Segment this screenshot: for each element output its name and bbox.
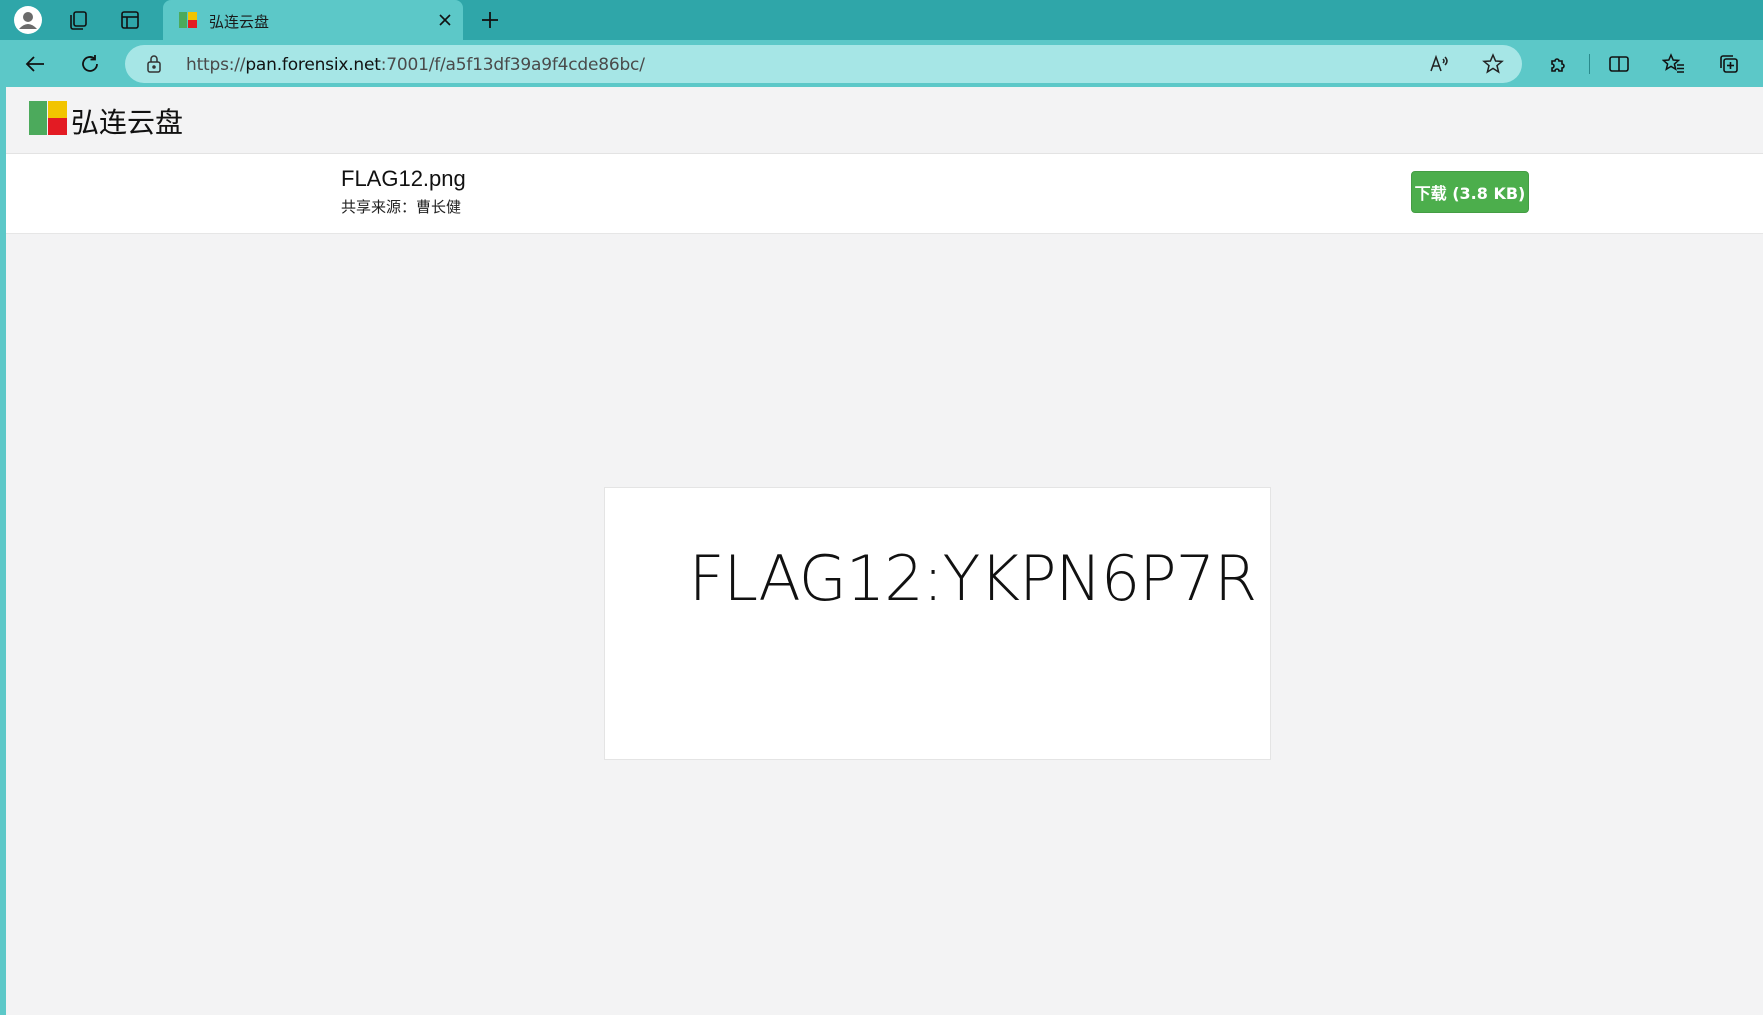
read-aloud-icon[interactable]: [1428, 53, 1450, 75]
favorites-icon[interactable]: [1658, 48, 1690, 80]
url-text[interactable]: https://pan.forensix.net:7001/f/a5f13df3…: [186, 55, 645, 75]
browser-toolbar: https://pan.forensix.net:7001/f/a5f13df3…: [0, 40, 1763, 87]
back-arrow-icon[interactable]: [19, 48, 51, 80]
star-icon[interactable]: [1482, 53, 1504, 75]
share-source: 共享来源：曹长健: [341, 196, 461, 217]
page-viewport: 弘连云盘 FLAG12.png 共享来源：曹长健 下载 (3.8 KB) FLA…: [6, 87, 1763, 1015]
file-name: FLAG12.png: [341, 166, 466, 191]
plus-icon[interactable]: [475, 5, 505, 35]
lock-icon[interactable]: [145, 54, 163, 74]
preview-image-text: FLAG12:YKPN6P7R: [688, 542, 1257, 615]
refresh-icon[interactable]: [74, 48, 106, 80]
close-icon[interactable]: [435, 10, 455, 30]
site-name[interactable]: 弘连云盘: [71, 101, 183, 141]
profile-icon[interactable]: [13, 5, 43, 35]
address-bar[interactable]: https://pan.forensix.net:7001/f/a5f13df3…: [125, 45, 1522, 83]
share-source-label: 共享来源：: [341, 198, 417, 216]
tab-strip: 弘连云盘: [0, 0, 1763, 40]
collections-icon[interactable]: [1713, 48, 1745, 80]
active-tab[interactable]: 弘连云盘: [163, 0, 463, 40]
toolbar-divider: [1589, 54, 1590, 74]
download-button[interactable]: 下载 (3.8 KB): [1411, 171, 1529, 213]
tab-favicon-icon: [179, 12, 197, 28]
tab-actions-icon[interactable]: [115, 5, 145, 35]
workspaces-icon[interactable]: [63, 5, 93, 35]
site-header: 弘连云盘: [6, 87, 1763, 154]
split-screen-icon[interactable]: [1603, 48, 1635, 80]
site-logo[interactable]: [29, 101, 67, 135]
puzzle-icon[interactable]: [1543, 48, 1575, 80]
share-source-owner: 曹长健: [416, 198, 462, 216]
tab-title: 弘连云盘: [209, 13, 270, 31]
image-preview: FLAG12:YKPN6P7R: [604, 487, 1271, 760]
